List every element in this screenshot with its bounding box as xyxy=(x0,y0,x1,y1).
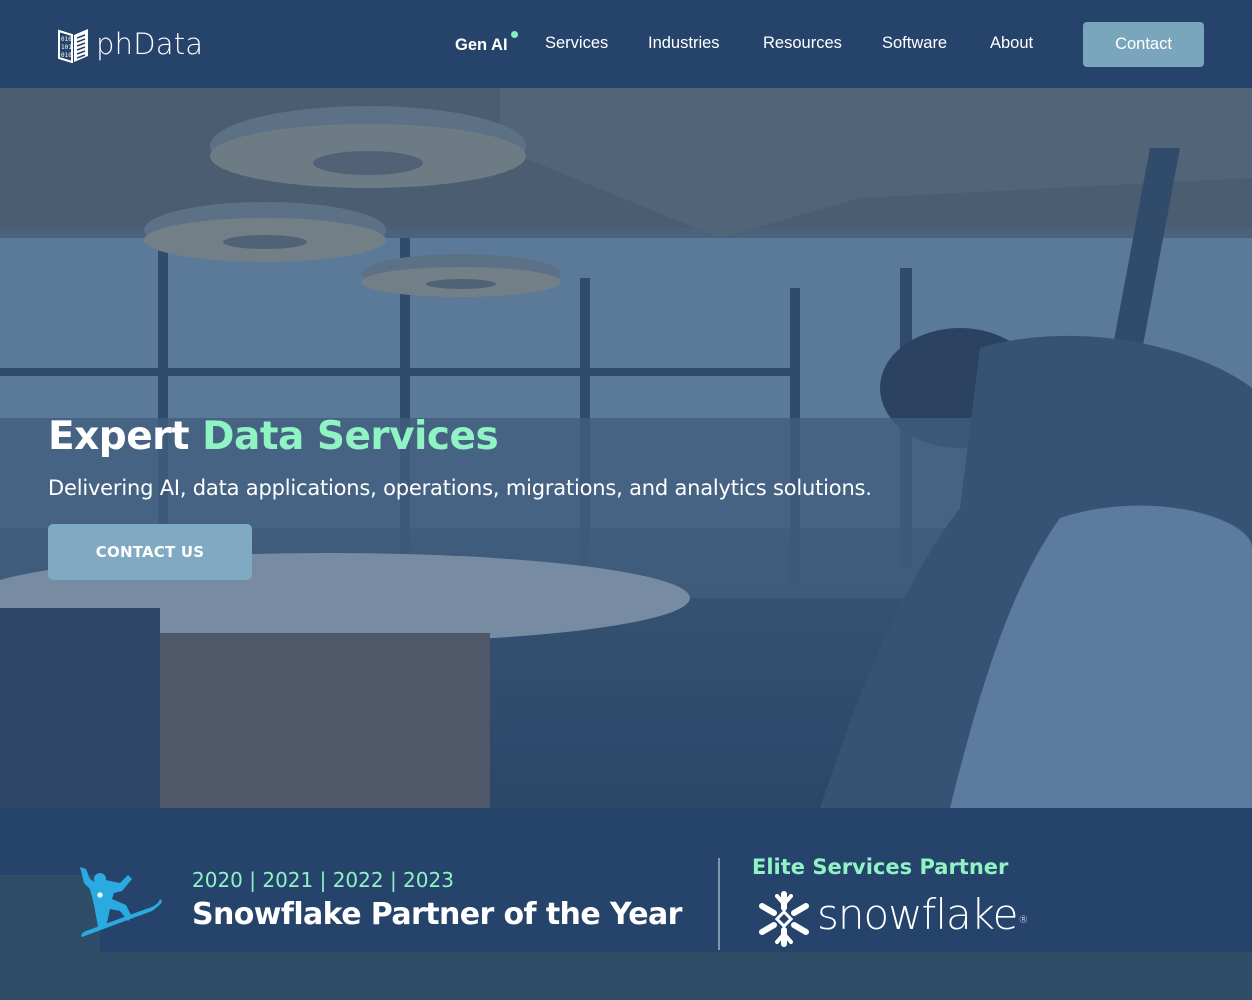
nav-item-services[interactable]: Services xyxy=(545,32,608,54)
snowflake-wordmark-text: snowflake xyxy=(817,890,1018,939)
hero-subtitle: Delivering AI, data applications, operat… xyxy=(48,476,872,500)
nav-item-resources[interactable]: Resources xyxy=(763,32,842,54)
nav-item-gen-ai[interactable]: Gen AI xyxy=(455,34,508,56)
award-years: 2020 | 2021 | 2022 | 2023 xyxy=(192,868,454,892)
contact-us-button[interactable]: CONTACT US xyxy=(48,524,252,580)
logo-text: phData xyxy=(96,27,204,61)
partner-level-label: Elite Services Partner xyxy=(752,855,1009,879)
svg-text:010: 010 xyxy=(61,36,72,43)
hero-title: Expert Data Services xyxy=(48,414,499,459)
binary-book-icon: 010 101 010 xyxy=(58,29,88,63)
nav-item-industries[interactable]: Industries xyxy=(648,32,720,54)
snowflake-icon xyxy=(759,891,809,947)
site-header: 010 101 010 phData Gen AI Services Indus… xyxy=(0,0,1252,88)
award-title: Snowflake Partner of the Year xyxy=(192,897,682,932)
snowboarder-icon xyxy=(80,867,162,937)
new-indicator-dot xyxy=(511,31,518,38)
phdata-logo[interactable]: 010 101 010 phData xyxy=(57,25,203,63)
snowflake-wordmark: snowflake® xyxy=(817,890,1028,940)
awards-band xyxy=(0,808,1252,875)
registered-mark: ® xyxy=(1018,915,1028,926)
contact-button[interactable]: Contact xyxy=(1083,22,1204,67)
svg-text:101: 101 xyxy=(61,44,72,51)
nav-item-about[interactable]: About xyxy=(990,32,1033,54)
hero-title-plain: Expert xyxy=(48,414,203,459)
svg-text:010: 010 xyxy=(61,52,72,59)
hero-section: Expert Data Services Delivering AI, data… xyxy=(0,88,1252,808)
awards-divider xyxy=(718,858,720,950)
nav-item-software[interactable]: Software xyxy=(882,32,947,54)
hero-title-accent: Data Services xyxy=(202,414,499,459)
snowflake-logo: snowflake® xyxy=(755,890,1028,948)
